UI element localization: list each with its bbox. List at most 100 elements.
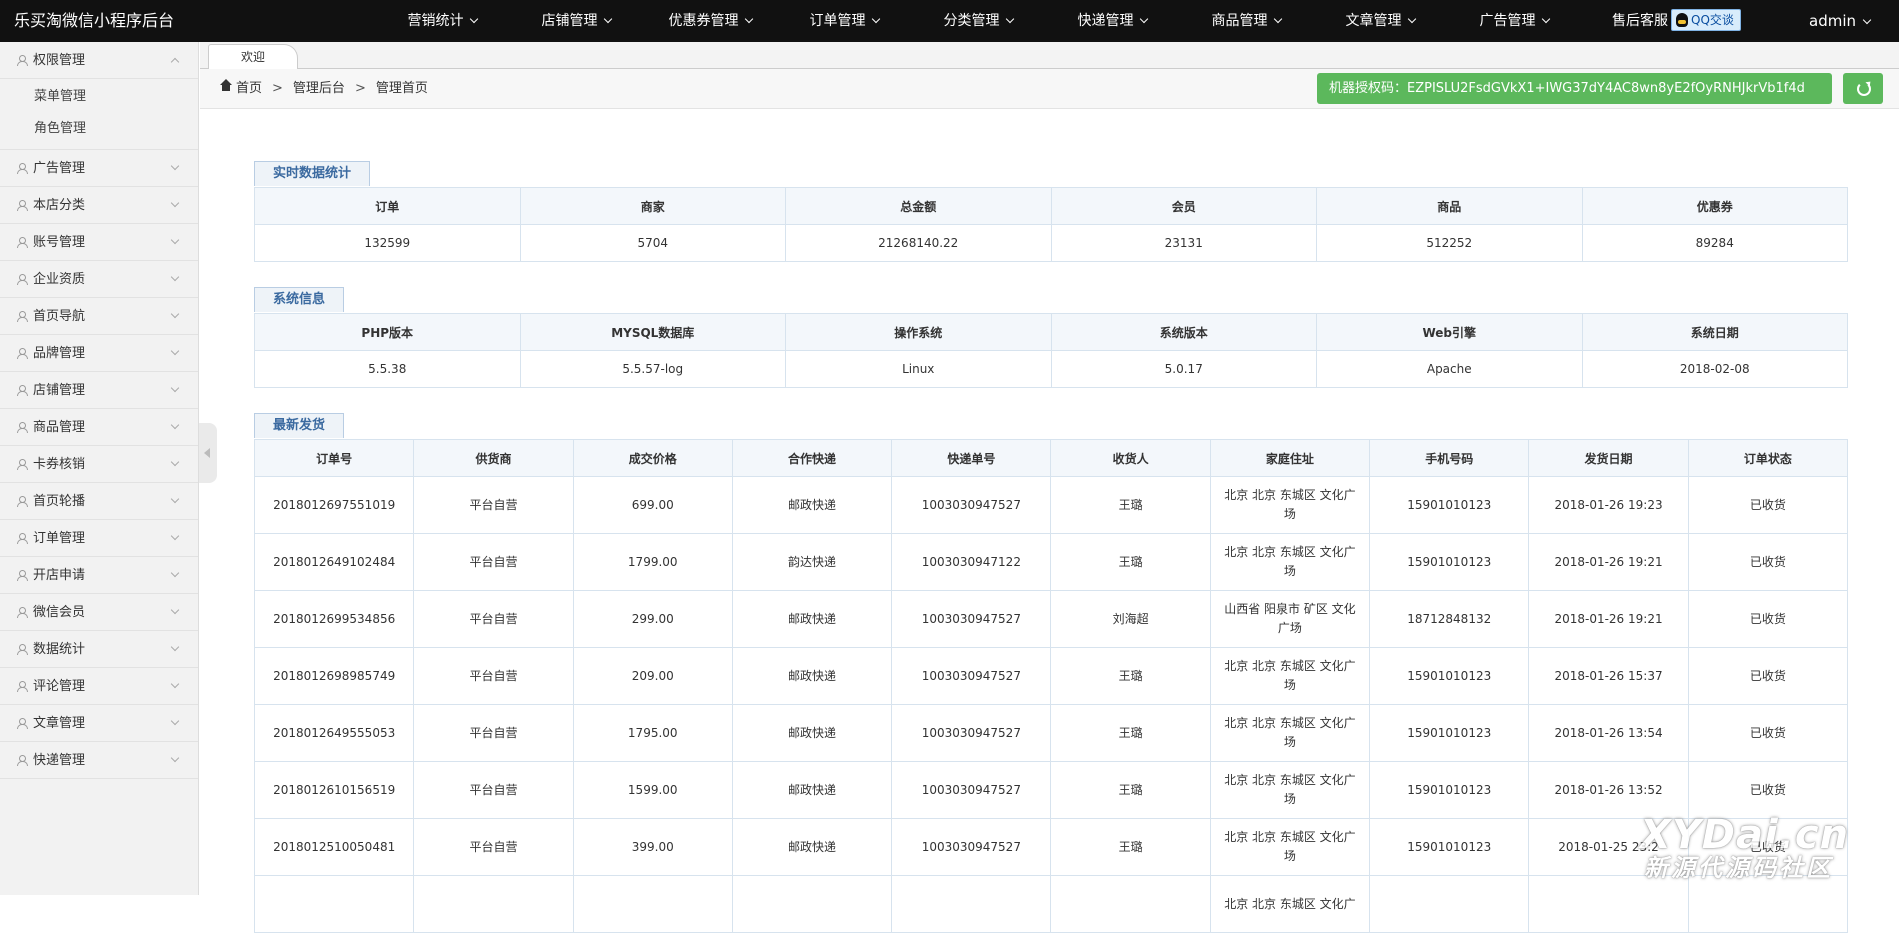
sidebar-item-coupon-verification[interactable]: 卡券核销: [0, 446, 198, 483]
chevron-down-icon: [170, 605, 180, 615]
qq-chat-label: QQ交谈: [1691, 13, 1734, 27]
sidebar-item-data-statistics[interactable]: 数据统计: [0, 631, 198, 668]
sidebar-item-company-qualification[interactable]: 企业资质: [0, 261, 198, 298]
nav-label: 优惠券管理: [668, 13, 739, 29]
sidebar-item-label: 开店申请: [33, 568, 86, 583]
col-recipient: 收货人: [1050, 439, 1211, 477]
sidebar-submenu: 菜单管理 角色管理: [0, 79, 198, 150]
nav-label: 广告管理: [1479, 13, 1536, 29]
order-number: 2018012610156519: [253, 761, 415, 819]
chevron-down-icon: [871, 14, 880, 24]
top-nav-article-management[interactable]: 文章管理: [1313, 0, 1447, 42]
col-address: 家庭住址: [1209, 439, 1371, 477]
total-amount-value: 21268140.22: [785, 224, 1052, 262]
breadcrumb-home[interactable]: 首页: [236, 81, 262, 96]
sidebar-item-home-carousel[interactable]: 首页轮播: [0, 483, 198, 520]
breadcrumb-separator: >: [272, 81, 283, 96]
sidebar-item-account-management[interactable]: 账号管理: [0, 224, 198, 261]
tab-welcome[interactable]: 欢迎: [208, 44, 298, 70]
address: 北京 北京 东城区 文化广场: [1209, 647, 1371, 705]
courier: 邮政快递: [731, 818, 893, 876]
system-version-value: 5.0.17: [1050, 350, 1317, 388]
sidebar-item-wechat-members[interactable]: 微信会员: [0, 594, 198, 631]
table-row: 北京 北京 东城区 文化广: [253, 875, 1849, 933]
chevron-down-icon: [1273, 14, 1282, 24]
supplier: 平台自营: [413, 818, 574, 876]
phone: 15901010123: [1369, 761, 1530, 819]
order-status: 已收货: [1687, 476, 1849, 534]
sidebar-subitem-role-management[interactable]: 角色管理: [0, 113, 198, 145]
sidebar-item-article-management[interactable]: 文章管理: [0, 705, 198, 742]
tab-strip: 欢迎: [200, 42, 1899, 70]
top-nav-express-management[interactable]: 快递管理: [1045, 0, 1179, 42]
sidebar-item-label: 权限管理: [33, 53, 86, 68]
sidebar-item-label: 数据统计: [33, 642, 86, 657]
top-nav-marketing-stats[interactable]: 营销统计: [375, 0, 509, 42]
license-code-badge[interactable]: 机器授权码：EZPISLU2FsdGVkX1+IWG37dY4AC8wn8yE2…: [1317, 73, 1832, 104]
sidebar-item-home-navigation[interactable]: 首页导航: [0, 298, 198, 335]
qq-chat-button[interactable]: QQ交谈: [1671, 9, 1741, 31]
top-nav-category-management[interactable]: 分类管理: [911, 0, 1045, 42]
recipient: [1050, 875, 1211, 933]
user-menu[interactable]: admin: [1809, 0, 1872, 42]
col-system-version: 系统版本: [1050, 313, 1317, 351]
user-icon: [17, 755, 28, 766]
price: 1599.00: [572, 761, 733, 819]
sidebar-item-store-category[interactable]: 本店分类: [0, 187, 198, 224]
merchants-value: 5704: [519, 224, 786, 262]
order-status: [1687, 875, 1849, 933]
price: 299.00: [572, 590, 733, 648]
sidebar-item-store-application[interactable]: 开店申请: [0, 557, 198, 594]
top-nav-coupon-management[interactable]: 优惠券管理: [643, 0, 777, 42]
sidebar-item-product-management[interactable]: 商品管理: [0, 409, 198, 446]
address: 北京 北京 东城区 文化广场: [1209, 761, 1371, 819]
brand-title: 乐买淘微信小程序后台: [14, 11, 175, 30]
chevron-down-icon: [469, 14, 478, 24]
sidebar-item-permission-management[interactable]: 权限管理: [0, 42, 198, 79]
price: 399.00: [572, 818, 733, 876]
ship-date: 2018-01-26 13:54: [1528, 704, 1689, 762]
recipient: 王璐: [1050, 647, 1211, 705]
sidebar-item-comment-management[interactable]: 评论管理: [0, 668, 198, 705]
col-web-engine: Web引擎: [1316, 313, 1583, 351]
user-icon: [17, 163, 28, 174]
sidebar-collapse-handle[interactable]: [199, 423, 217, 483]
sidebar-item-label: 卡券核销: [33, 457, 86, 472]
top-nav: 营销统计 店铺管理 优惠券管理 订单管理 分类管理 快递管理 商品管理 文章管理…: [375, 0, 1581, 42]
address: 山西省 阳泉市 矿区 文化广场: [1209, 590, 1371, 648]
tracking-number: 1003030947527: [891, 647, 1052, 705]
recipient: 王璐: [1050, 476, 1211, 534]
order-number: 2018012697551019: [253, 476, 415, 534]
sidebar-item-ad-management[interactable]: 广告管理: [0, 150, 198, 187]
sidebar-item-label: 广告管理: [33, 161, 86, 176]
top-nav-product-management[interactable]: 商品管理: [1179, 0, 1313, 42]
top-nav-ad-management[interactable]: 广告管理: [1447, 0, 1581, 42]
col-price: 成交价格: [572, 439, 733, 477]
mysql-value: 5.5.57-log: [519, 350, 786, 388]
refresh-button[interactable]: [1843, 73, 1883, 104]
chevron-down-icon: [170, 531, 180, 541]
address: 北京 北京 东城区 文化广场: [1209, 818, 1371, 876]
courier: 邮政快递: [731, 647, 893, 705]
sidebar-item-store-management[interactable]: 店铺管理: [0, 372, 198, 409]
chevron-down-icon: [170, 420, 180, 430]
table-body: 2018012697551019 平台自营 699.00 邮政快递 1003030947…: [253, 476, 1849, 933]
order-status: 已收货: [1687, 761, 1849, 819]
site-watermark: XYDai.cn 新源代源码社区: [1640, 815, 1849, 881]
latest-shipments-table: 订单号 供货商 成交价格 合作快递 快递单号 收货人 家庭住址 手机号码 发货日期 订单状态 20…: [253, 439, 1849, 933]
top-nav-store-management[interactable]: 店铺管理: [509, 0, 643, 42]
sidebar-item-express-management[interactable]: 快递管理: [0, 742, 198, 779]
breadcrumb-admin[interactable]: 管理后台: [293, 81, 345, 96]
sidebar-item-brand-management[interactable]: 品牌管理: [0, 335, 198, 372]
sidebar-item-order-management[interactable]: 订单管理: [0, 520, 198, 557]
courier: 邮政快递: [731, 761, 893, 819]
breadcrumb-bar: 首页 > 管理后台 > 管理首页 机器授权码：EZPISLU2FsdGVkX1+IWG3…: [200, 69, 1899, 109]
sidebar-subitem-menu-management[interactable]: 菜单管理: [0, 81, 198, 113]
chevron-down-icon: [170, 716, 180, 726]
order-number: 2018012649555053: [253, 704, 415, 762]
top-nav-order-management[interactable]: 订单管理: [777, 0, 911, 42]
tracking-number: 1003030947527: [891, 590, 1052, 648]
supplier: 平台自营: [413, 533, 574, 591]
products-value: 512252: [1316, 224, 1583, 262]
table-row: 2018012610156519 平台自营 1599.00 邮政快递 100303094…: [253, 761, 1849, 819]
